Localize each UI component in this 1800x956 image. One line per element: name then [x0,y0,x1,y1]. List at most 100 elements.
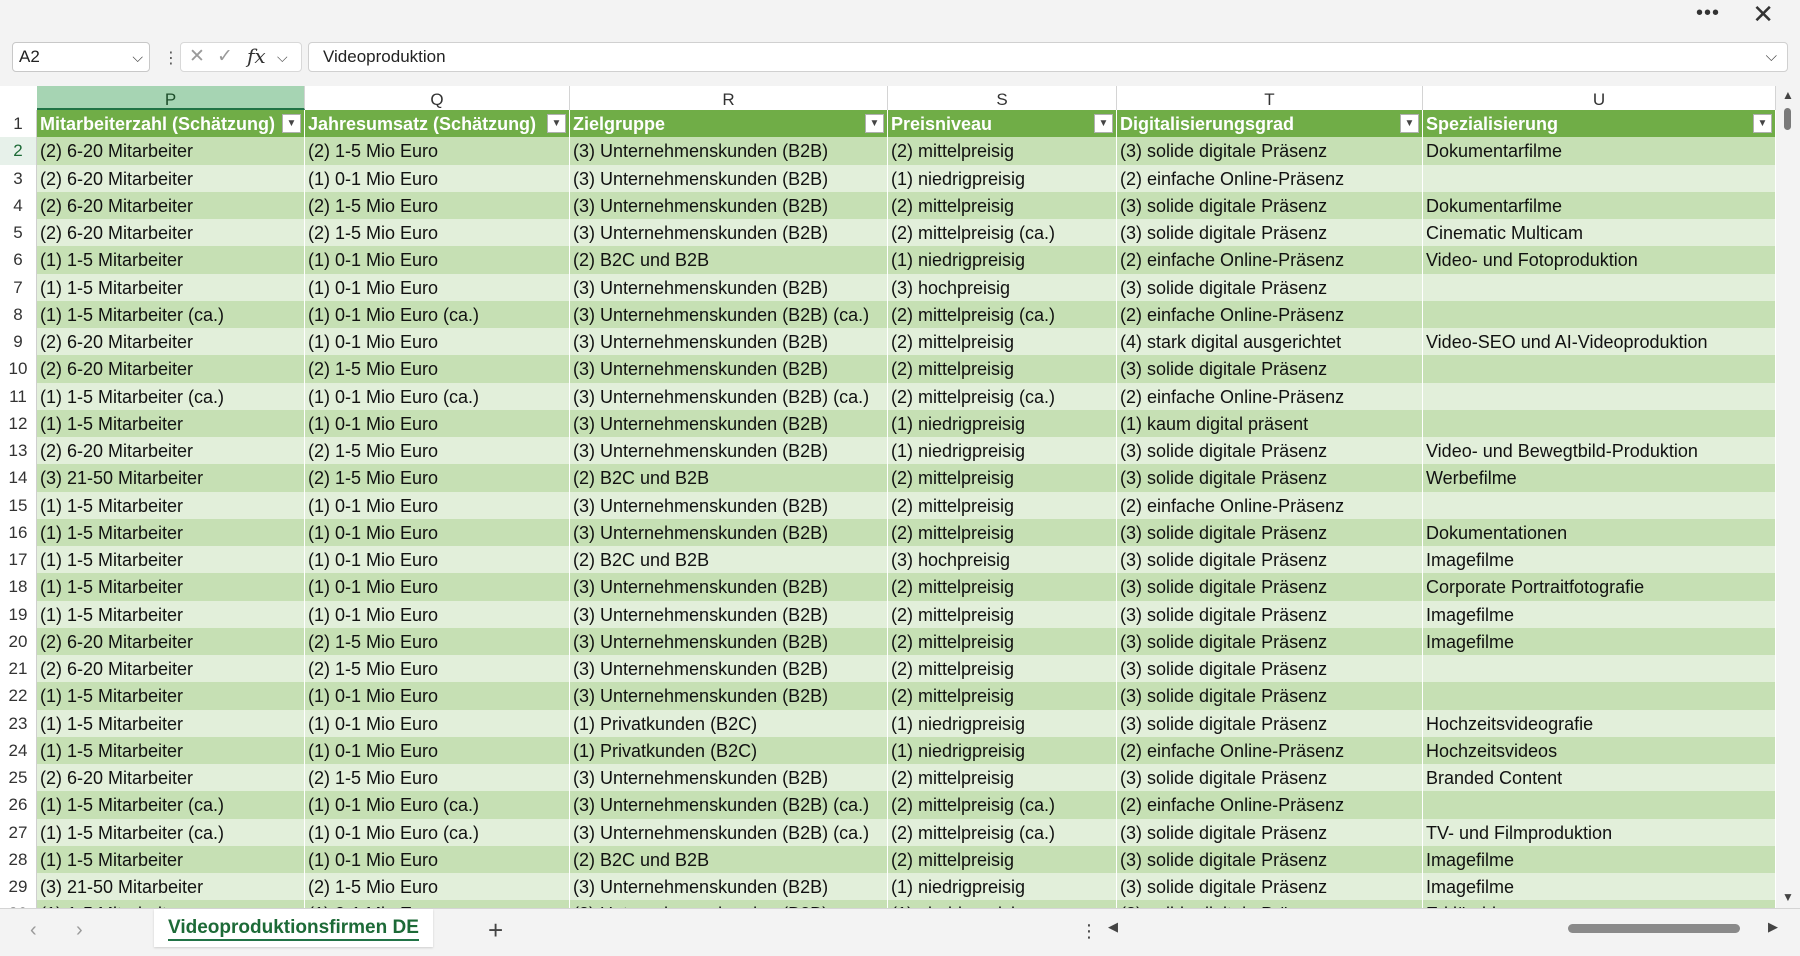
table-cell[interactable]: (2) mittelpreisig [888,573,1117,601]
chevron-down-icon[interactable]: ⌵ [277,49,288,66]
row-number[interactable]: 5 [0,219,37,247]
table-cell[interactable]: (3) Unternehmenskunden (B2B) [570,273,888,301]
column-header-u[interactable]: U [1423,86,1776,110]
name-box[interactable]: A2 ⌵ [12,42,150,72]
table-cell[interactable]: (3) solide digitale Präsenz [1117,355,1423,383]
table-cell[interactable]: (3) solide digitale Präsenz [1117,655,1423,683]
table-cell[interactable]: (2) mittelpreisig [888,137,1117,165]
table-cell[interactable]: (3) Unternehmenskunden (B2B) [570,573,888,601]
column-header-t[interactable]: T [1117,86,1423,110]
row-number[interactable]: 27 [0,818,37,846]
table-cell[interactable]: (3) Unternehmenskunden (B2B) [570,409,888,437]
table-cell[interactable]: Imagefilme [1423,845,1776,873]
table-cell[interactable]: (3) solide digitale Präsenz [1117,709,1423,737]
table-cell[interactable]: (2) 1-5 Mio Euro [305,355,570,383]
chevron-down-icon[interactable]: ⌵ [132,43,143,71]
table-cell[interactable]: (3) solide digitale Präsenz [1117,191,1423,219]
table-cell[interactable]: (2) 6-20 Mitarbeiter [37,764,305,792]
row-number[interactable]: 29 [0,873,37,901]
table-cell[interactable]: (2) einfache Online-Präsenz [1117,382,1423,410]
table-cell[interactable]: (2) 6-20 Mitarbeiter [37,627,305,655]
table-cell[interactable]: (1) 0-1 Mio Euro [305,845,570,873]
table-cell[interactable]: (3) Unternehmenskunden (B2B) [570,873,888,901]
triangle-down-icon[interactable]: ▼ [1782,890,1794,904]
table-cell[interactable]: Video- und Fotoproduktion [1423,246,1776,274]
sheet-tab[interactable]: Videoproduktionsfirmen DE [154,909,433,947]
table-cell[interactable]: Video-SEO und AI-Videoproduktion [1423,328,1776,356]
table-cell[interactable]: (1) niedrigpreisig [888,437,1117,465]
table-cell[interactable]: (3) Unternehmenskunden (B2B) [570,682,888,710]
next-sheet-icon[interactable]: › [76,919,83,942]
table-cell[interactable]: Imagefilme [1423,546,1776,574]
table-cell[interactable]: (1) 1-5 Mitarbeiter [37,573,305,601]
table-cell[interactable] [1423,355,1776,383]
row-number[interactable]: 17 [0,546,37,574]
row-number[interactable]: 14 [0,464,37,492]
row-number[interactable]: 12 [0,409,37,437]
row-number[interactable]: 20 [0,627,37,655]
filter-dropdown-icon[interactable]: ▼ [282,114,301,133]
expand-formula-icon[interactable]: ⌵ [1766,43,1777,71]
horizontal-scroll-thumb[interactable] [1568,924,1740,933]
table-cell[interactable]: (3) Unternehmenskunden (B2B) [570,191,888,219]
more-options-icon[interactable]: ••• [1696,2,1720,25]
table-cell[interactable] [1423,682,1776,710]
table-cell[interactable]: (2) 6-20 Mitarbeiter [37,164,305,192]
table-cell[interactable]: Dokumentarfilme [1423,191,1776,219]
table-cell[interactable] [1423,491,1776,519]
table-cell[interactable]: Hochzeitsvideos [1423,736,1776,764]
table-cell[interactable]: (2) mittelpreisig (ca.) [888,219,1117,247]
table-cell[interactable]: (3) Unternehmenskunden (B2B) [570,164,888,192]
table-cell[interactable]: (1) niedrigpreisig [888,736,1117,764]
table-cell[interactable]: (3) solide digitale Präsenz [1117,873,1423,901]
table-cell[interactable]: (2) B2C und B2B [570,464,888,492]
table-cell[interactable]: (3) 21-50 Mitarbeiter [37,464,305,492]
table-cell[interactable]: Imagefilme [1423,600,1776,628]
table-cell[interactable]: (1) 1-5 Mitarbeiter [37,546,305,574]
table-cell[interactable]: (3) Unternehmenskunden (B2B) [570,900,888,908]
table-cell[interactable]: (2) 6-20 Mitarbeiter [37,355,305,383]
table-cell[interactable]: (3) solide digitale Präsenz [1117,900,1423,908]
table-cell[interactable]: (3) Unternehmenskunden (B2B) [570,355,888,383]
row-number[interactable]: 26 [0,791,37,819]
table-cell[interactable]: (2) mittelpreisig (ca.) [888,791,1117,819]
row-number[interactable]: 1 [0,110,37,138]
previous-sheet-icon[interactable]: ‹ [30,919,37,942]
table-cell[interactable] [1423,300,1776,328]
table-cell[interactable]: Corporate Portraitfotografie [1423,573,1776,601]
table-cell[interactable]: (2) einfache Online-Präsenz [1117,736,1423,764]
table-cell[interactable]: (1) 0-1 Mio Euro (ca.) [305,791,570,819]
row-number[interactable]: 15 [0,491,37,519]
table-cell[interactable]: (2) 6-20 Mitarbeiter [37,328,305,356]
table-cell[interactable]: (3) Unternehmenskunden (B2B) [570,437,888,465]
table-cell[interactable]: (2) einfache Online-Präsenz [1117,791,1423,819]
header-cell[interactable]: Jahresumsatz (Schätzung) ▼ [305,110,570,138]
filter-dropdown-icon[interactable]: ▼ [1400,114,1419,133]
row-number[interactable]: 7 [0,273,37,301]
table-cell[interactable]: (2) mittelpreisig [888,655,1117,683]
table-cell[interactable]: (2) 6-20 Mitarbeiter [37,219,305,247]
table-cell[interactable]: (1) 0-1 Mio Euro (ca.) [305,300,570,328]
table-cell[interactable]: (3) solide digitale Präsenz [1117,627,1423,655]
worksheet-grid[interactable]: PQRSTU 1 Mitarbeiterzahl (Schätzung) ▼ Jahr… [0,86,1776,908]
row-number[interactable]: 30 [0,900,37,908]
row-number[interactable]: 8 [0,300,37,328]
table-cell[interactable]: Cinematic Multicam [1423,219,1776,247]
table-cell[interactable]: Dokumentarfilme [1423,137,1776,165]
table-cell[interactable]: (1) Privatkunden (B2C) [570,736,888,764]
add-sheet-icon[interactable]: + [488,915,503,946]
table-cell[interactable]: (2) 1-5 Mio Euro [305,627,570,655]
table-cell[interactable]: (2) mittelpreisig [888,627,1117,655]
table-cell[interactable]: (1) 1-5 Mitarbeiter (ca.) [37,791,305,819]
table-cell[interactable]: (1) 1-5 Mitarbeiter (ca.) [37,818,305,846]
table-cell[interactable] [1423,409,1776,437]
table-cell[interactable]: (3) solide digitale Präsenz [1117,600,1423,628]
filter-dropdown-icon[interactable]: ▼ [547,114,566,133]
row-number[interactable]: 22 [0,682,37,710]
table-cell[interactable]: (2) 1-5 Mio Euro [305,137,570,165]
header-cell[interactable]: Zielgruppe ▼ [570,110,888,138]
header-cell[interactable]: Preisniveau ▼ [888,110,1117,138]
row-number[interactable]: 19 [0,600,37,628]
formula-input[interactable]: Videoproduktion ⌵ [308,42,1788,72]
close-icon[interactable]: ✕ [1752,0,1774,28]
